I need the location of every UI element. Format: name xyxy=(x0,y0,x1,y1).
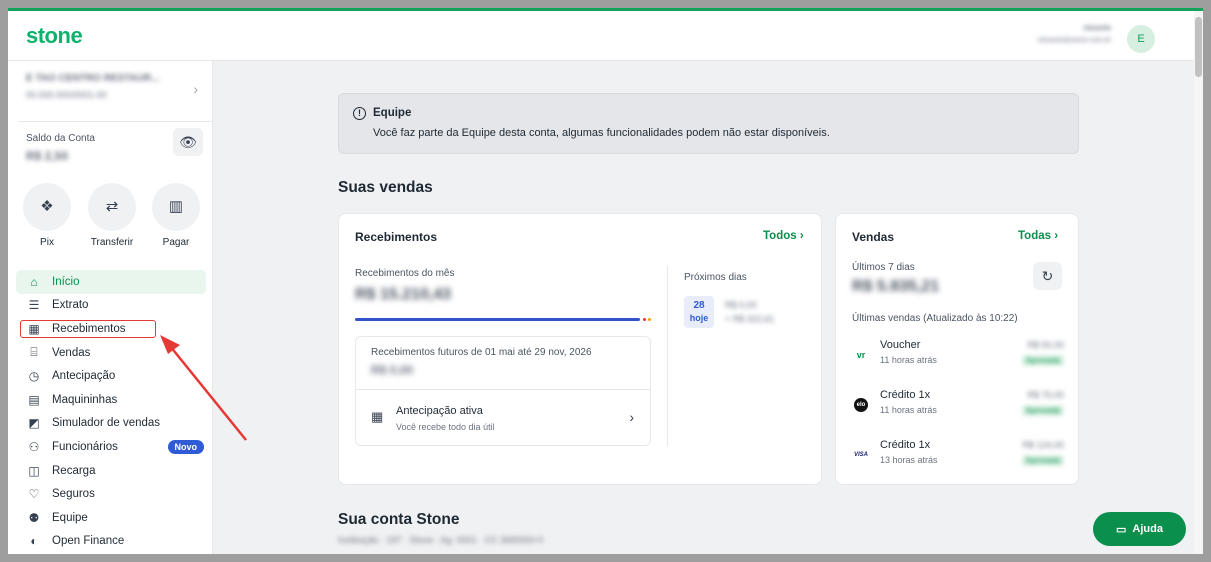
arrow-line xyxy=(169,345,247,441)
arrow-head xyxy=(160,335,180,354)
annotation-arrow xyxy=(160,335,247,441)
